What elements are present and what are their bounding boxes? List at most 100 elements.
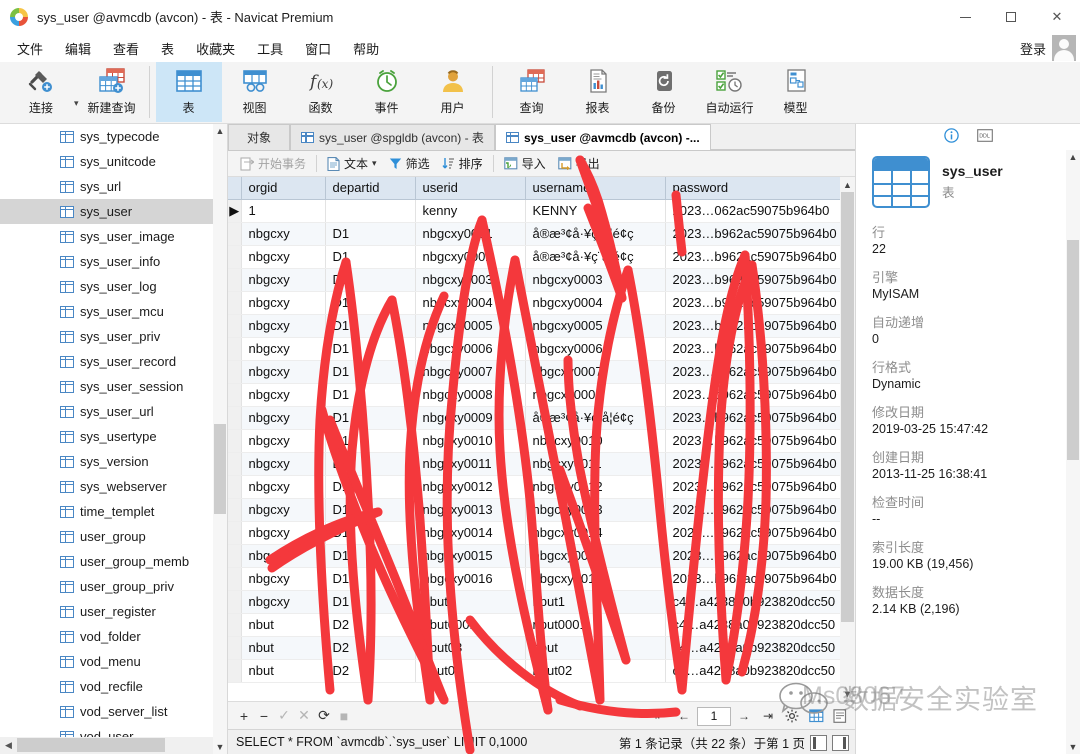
cell-password[interactable]: 2023…b962ac59075b964b0 xyxy=(665,245,847,269)
row-marker[interactable] xyxy=(228,636,242,660)
cell-userid[interactable]: nbgcxy0012 xyxy=(415,475,526,499)
sidebar-item-sys-user-session[interactable]: sys_user_session xyxy=(0,374,227,399)
sidebar-item-sys-user-log[interactable]: sys_user_log xyxy=(0,274,227,299)
row-marker[interactable] xyxy=(228,406,242,430)
table-row[interactable]: nbgcxy D1 nbgcxy0011 nbgcxy0011 2023…b962ac5… xyxy=(228,452,847,476)
export-button[interactable]: 导出 xyxy=(552,153,606,174)
cell-userid[interactable]: nbgcxy0010 xyxy=(415,429,526,453)
ribbon-user[interactable]: 用户 xyxy=(420,62,486,122)
sidebar-item-sys-version[interactable]: sys_version xyxy=(0,449,227,474)
table-row[interactable]: nbgcxy D1 nbgcxy0002 å®æ³¢å·¥ç¨å­¦é¢ç 2023…b… xyxy=(228,245,847,269)
cell-orgid[interactable]: nbgcxy xyxy=(241,383,326,407)
cell-password[interactable]: 2023…b962ac59075b964b0 xyxy=(665,383,847,407)
sidebar-item-sys-usertype[interactable]: sys_usertype xyxy=(0,424,227,449)
row-marker[interactable] xyxy=(228,245,242,269)
ribbon-query[interactable]: 查询 xyxy=(499,62,565,122)
page-number-input[interactable]: 1 xyxy=(697,706,731,726)
cell-orgid[interactable]: nbgcxy xyxy=(241,498,326,522)
table-row[interactable]: nbgcxy D1 nbgcxy0014 nbgcxy0014 2023…b962ac5… xyxy=(228,521,847,545)
table-row[interactable]: nbgcxy D1 nbgcxy0012 nbgcxy0012 2023…b962ac5… xyxy=(228,475,847,499)
cell-userid[interactable]: nbgcxy0007 xyxy=(415,360,526,384)
row-marker[interactable] xyxy=(228,475,242,499)
cell-userid[interactable]: nbgcxy0016 xyxy=(415,567,526,591)
cell-username[interactable]: nbgcxy0014 xyxy=(525,521,666,545)
ribbon-backup[interactable]: 备份 xyxy=(631,62,697,122)
ddl-icon[interactable]: DDL xyxy=(976,129,993,145)
cell-departid[interactable]: D1 xyxy=(325,521,416,545)
cell-orgid[interactable]: nbgcxy xyxy=(241,567,326,591)
cell-password[interactable]: 2023…b962ac59075b964b0 xyxy=(665,314,847,338)
menu-window[interactable]: 窗口 xyxy=(294,35,342,62)
ribbon-connection[interactable]: 连接 xyxy=(8,62,74,122)
cell-userid[interactable]: nbgcxy0003 xyxy=(415,268,526,292)
filter-button[interactable]: 筛选 xyxy=(383,153,436,174)
cell-userid[interactable]: kenny xyxy=(415,199,526,223)
cell-username[interactable]: nbut xyxy=(525,636,666,660)
data-grid-container[interactable]: orgid departid userid username password ▶ 1 ke… xyxy=(228,177,855,701)
cell-username[interactable]: nbgcxy0015 xyxy=(525,544,666,568)
row-marker[interactable] xyxy=(228,498,242,522)
table-row[interactable]: nbgcxy D1 nbgcxy0004 nbgcxy0004 2023…b962ac5… xyxy=(228,291,847,315)
cell-username[interactable]: nbgcxy0016 xyxy=(525,567,666,591)
row-marker[interactable] xyxy=(228,452,242,476)
cell-departid[interactable]: D2 xyxy=(325,613,416,637)
cell-userid[interactable]: nbgcxy0006 xyxy=(415,337,526,361)
sidebar-item-vod-server-list[interactable]: vod_server_list xyxy=(0,699,227,724)
sidebar-item-sys-webserver[interactable]: sys_webserver xyxy=(0,474,227,499)
hscroll-left-icon[interactable]: ◀ xyxy=(0,740,17,751)
grid-vertical-scrollbar[interactable]: ▲ ▼ xyxy=(840,177,855,701)
sidebar-item-time-templet[interactable]: time_templet xyxy=(0,499,227,524)
begin-transaction-button[interactable]: 开始事务 xyxy=(234,153,312,174)
cell-userid[interactable]: nbut02 xyxy=(415,659,526,683)
row-marker[interactable] xyxy=(228,383,242,407)
cell-userid[interactable]: nbgcxy0004 xyxy=(415,291,526,315)
sidebar-item-sys-user-image[interactable]: sys_user_image xyxy=(0,224,227,249)
cell-orgid[interactable]: nbgcxy xyxy=(241,222,326,246)
ribbon-view[interactable]: 视图 xyxy=(222,62,288,122)
cell-orgid[interactable]: nbgcxy xyxy=(241,360,326,384)
next-page-button[interactable]: → xyxy=(733,705,755,727)
cell-userid[interactable]: nbgcxy0015 xyxy=(415,544,526,568)
cell-orgid[interactable]: nbgcxy xyxy=(241,337,326,361)
row-marker[interactable] xyxy=(228,337,242,361)
grid-layout-toggle[interactable] xyxy=(810,734,827,751)
table-row[interactable]: ▶ 1 kenny KENNY 2023…062ac59075b964b0 xyxy=(228,199,847,223)
column-header-orgid[interactable]: orgid xyxy=(241,177,326,200)
cell-departid[interactable]: D1 xyxy=(325,291,416,315)
cell-password[interactable]: 2023…b962ac59075b964b0 xyxy=(665,360,847,384)
row-marker[interactable] xyxy=(228,291,242,315)
table-row[interactable]: nbgcxy D1 nbgcxy0015 nbgcxy0015 2023…b962ac5… xyxy=(228,544,847,568)
cell-orgid[interactable]: nbut xyxy=(241,636,326,660)
table-row[interactable]: nbgcxy D1 nbgcxy0007 nbgcxy0007 2023…b962ac5… xyxy=(228,360,847,384)
tab-sys-user-avmcdb[interactable]: sys_user @avmcdb (avcon) -... xyxy=(494,124,711,150)
cell-password[interactable]: c4…a4238a0b923820dcc50 xyxy=(665,636,847,660)
cell-password[interactable]: 2023…b962ac59075b964b0 xyxy=(665,452,847,476)
sidebar-item-sys-user-url[interactable]: sys_user_url xyxy=(0,399,227,424)
grid-scroll-thumb[interactable] xyxy=(841,192,854,622)
column-header-username[interactable]: username xyxy=(525,177,666,200)
cell-departid[interactable]: D1 xyxy=(325,268,416,292)
cell-departid[interactable]: D2 xyxy=(325,636,416,660)
ribbon-automation[interactable]: 自动运行 xyxy=(697,62,763,122)
sidebar-item-sys-user-priv[interactable]: sys_user_priv xyxy=(0,324,227,349)
sidebar-scroll-thumb[interactable] xyxy=(214,424,226,514)
refresh-button[interactable]: ⟳ xyxy=(314,705,334,727)
row-marker[interactable] xyxy=(228,521,242,545)
cell-userid[interactable]: nbgcxy0011 xyxy=(415,452,526,476)
sidebar-item-user-group-memb[interactable]: user_group_memb xyxy=(0,549,227,574)
cell-userid[interactable]: nbgcxy0005 xyxy=(415,314,526,338)
cell-departid[interactable] xyxy=(325,199,416,223)
cell-departid[interactable]: D1 xyxy=(325,360,416,384)
maximize-button[interactable] xyxy=(988,0,1034,34)
cell-departid[interactable]: D2 xyxy=(325,659,416,683)
cell-userid[interactable]: nbut03 xyxy=(415,636,526,660)
table-row[interactable]: nbut D2 nbut02 nbut02 c4…a4238a0b923820dcc50 xyxy=(228,659,847,683)
import-button[interactable]: 导入 xyxy=(498,153,552,174)
row-marker[interactable] xyxy=(228,314,242,338)
menu-help[interactable]: 帮助 xyxy=(342,35,390,62)
row-marker[interactable] xyxy=(228,567,242,591)
sidebar-item-sys-user-mcu[interactable]: sys_user_mcu xyxy=(0,299,227,324)
add-record-button[interactable]: + xyxy=(234,705,254,727)
cell-orgid[interactable]: 1 xyxy=(241,199,326,223)
cell-username[interactable]: nbgcxy0005 xyxy=(525,314,666,338)
